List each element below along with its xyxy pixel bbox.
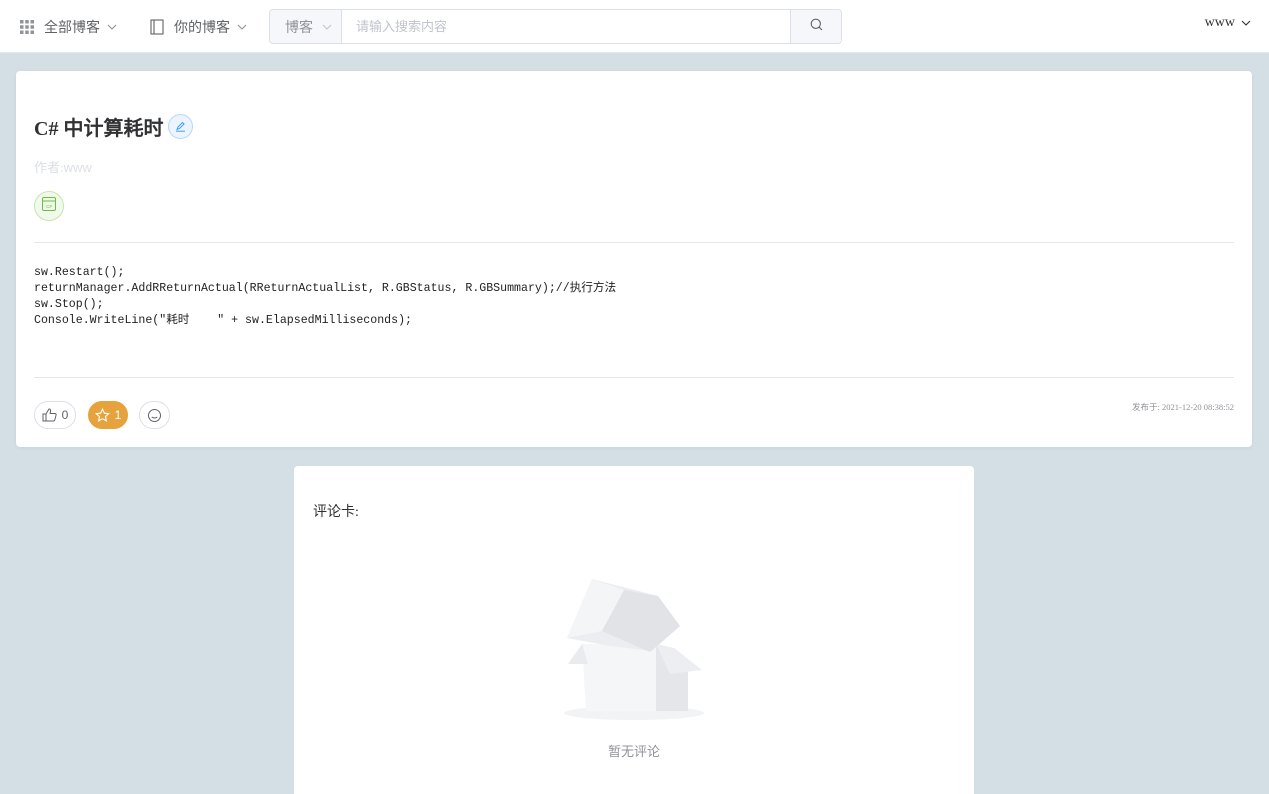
- empty-comments-text: 暂无评论: [607, 744, 660, 759]
- search-button[interactable]: [790, 10, 841, 43]
- top-navbar: 全部博客 你的博客 博客 www: [0, 0, 1269, 53]
- search-type-label: 博客: [285, 20, 313, 36]
- chevron-down-icon: [1241, 20, 1251, 26]
- article-title-text: C# 中计算耗时: [34, 118, 164, 140]
- article-card: C# 中计算耗时 作者:www C# sw.Restart(); returnM…: [16, 71, 1252, 447]
- empty-box-illustration: [562, 576, 707, 731]
- author-label: 作者:: [34, 160, 64, 175]
- pen-icon: [175, 115, 186, 138]
- publish-date: 发布于: 2021-12-20 08:38:52: [1132, 402, 1234, 412]
- search-bar: 博客: [269, 9, 842, 44]
- nav-my-blogs-label: 你的博客: [174, 20, 230, 36]
- chevron-down-icon: [107, 24, 117, 30]
- nav-my-blogs[interactable]: 你的博客: [150, 0, 247, 53]
- thumbs-up-icon: [42, 408, 57, 422]
- user-menu[interactable]: www: [1205, 0, 1251, 46]
- search-input[interactable]: [342, 10, 790, 43]
- comment-icon: [147, 408, 162, 423]
- comment-card-title: 评论卡:: [313, 505, 359, 520]
- author-name: www: [63, 160, 92, 175]
- favorite-count: 1: [114, 408, 122, 422]
- category-tag[interactable]: C#: [34, 191, 64, 221]
- username: www: [1204, 15, 1235, 30]
- favorite-button[interactable]: 1: [88, 401, 128, 429]
- comment-card: 评论卡: 暂无评论: [294, 466, 974, 794]
- comment-button[interactable]: [139, 401, 170, 429]
- divider: [34, 242, 1234, 243]
- like-button[interactable]: 0: [34, 401, 76, 429]
- nav-all-blogs[interactable]: 全部博客: [20, 0, 117, 53]
- star-icon: [94, 407, 110, 423]
- author-line: 作者:www: [34, 157, 92, 176]
- notebook-icon: [150, 18, 164, 35]
- divider: [34, 377, 1234, 378]
- like-count: 0: [61, 408, 69, 422]
- search-icon: [810, 18, 823, 36]
- edit-button[interactable]: [168, 114, 194, 139]
- code-block: sw.Restart(); returnManager.AddRReturnAc…: [34, 266, 617, 327]
- nav-all-blogs-label: 全部博客: [44, 20, 100, 36]
- chevron-down-icon: [237, 24, 247, 30]
- grid-icon: [20, 19, 34, 34]
- article-title: C# 中计算耗时: [34, 112, 194, 141]
- search-type-select[interactable]: 博客: [270, 10, 342, 43]
- svg-text:C#: C#: [46, 204, 52, 209]
- chevron-down-icon: [322, 24, 332, 30]
- csharp-file-icon: C#: [41, 196, 57, 217]
